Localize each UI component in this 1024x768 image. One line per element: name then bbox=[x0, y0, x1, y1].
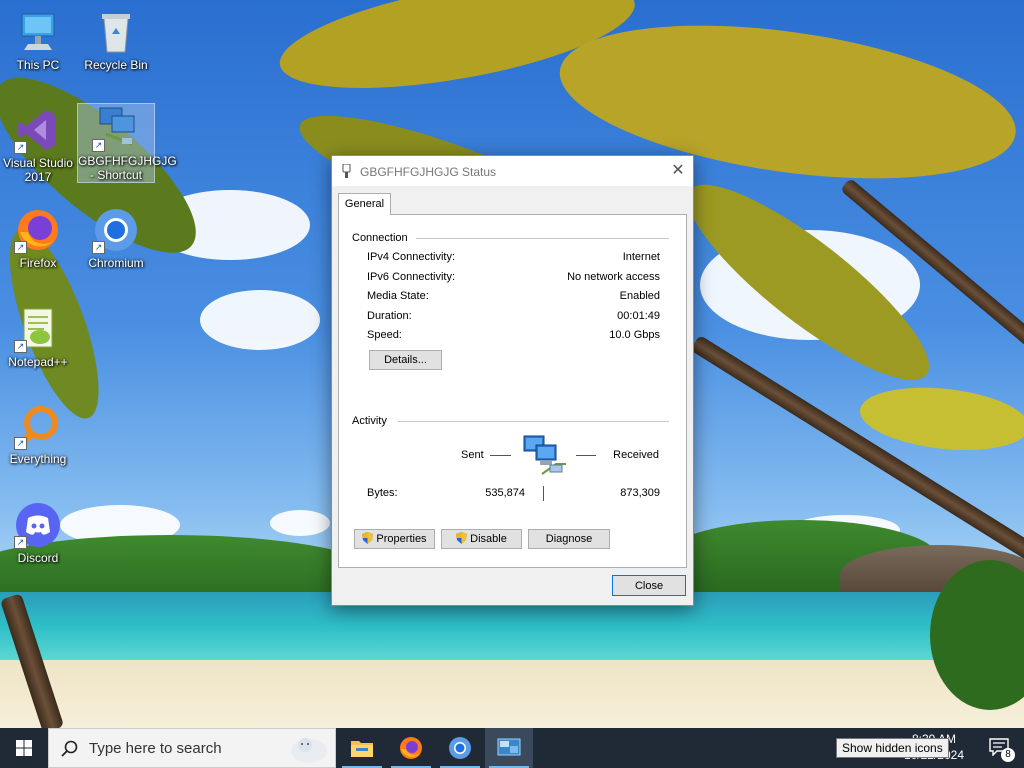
shortcut-arrow-icon: ↗ bbox=[14, 340, 27, 353]
taskbar-file-explorer[interactable] bbox=[338, 728, 386, 768]
network-activity-icon bbox=[523, 435, 566, 475]
desktop-icon-notepad-plus-plus[interactable]: ↗ Notepad++ bbox=[0, 305, 76, 369]
chromium-icon bbox=[449, 737, 471, 759]
duration-value: 00:01:49 bbox=[617, 310, 660, 322]
search-highlight-leopard-icon bbox=[291, 738, 327, 763]
divider bbox=[576, 455, 596, 456]
shortcut-arrow-icon: ↗ bbox=[14, 437, 27, 450]
desktop-icon-everything[interactable]: ↗ Everything bbox=[0, 402, 76, 466]
desktop-icon-this-pc[interactable]: This PC bbox=[0, 8, 76, 72]
firefox-icon: ↗ bbox=[14, 206, 62, 254]
computer-icon bbox=[14, 8, 62, 56]
chromium-icon: ↗ bbox=[92, 206, 140, 254]
desktop-icon-label: Visual Studio 2017 bbox=[3, 156, 73, 184]
network-connection-icon: ↗ bbox=[92, 104, 140, 152]
bytes-label: Bytes: bbox=[367, 487, 398, 499]
properties-button[interactable]: Properties bbox=[354, 529, 435, 549]
windows-logo-icon bbox=[16, 740, 32, 756]
folder-icon bbox=[351, 741, 373, 757]
divider bbox=[398, 421, 669, 422]
connection-heading: Connection bbox=[352, 232, 408, 244]
sent-label: Sent bbox=[461, 449, 484, 461]
desktop-icon-label: Notepad++ bbox=[8, 355, 68, 369]
close-button[interactable]: Close bbox=[612, 575, 686, 596]
divider bbox=[416, 238, 669, 239]
desktop-icon-network-shortcut[interactable]: ↗ GBGFHFGJHGJG - Shortcut bbox=[77, 103, 177, 183]
desktop-icon-label: This PC bbox=[16, 58, 60, 72]
firefox-icon bbox=[400, 737, 422, 759]
shortcut-arrow-icon: ↗ bbox=[92, 241, 105, 254]
ipv4-label: IPv4 Connectivity: bbox=[367, 251, 456, 263]
media-state-value: Enabled bbox=[619, 290, 660, 302]
desktop-icon-discord[interactable]: ↗ Discord bbox=[0, 501, 76, 565]
search-icon bbox=[61, 740, 78, 757]
desktop-icon-visual-studio[interactable]: ↗ Visual Studio 2017 bbox=[0, 106, 76, 184]
desktop-icon-label: Firefox bbox=[19, 256, 57, 270]
dialog-title: GBGFHFGJHGJG Status bbox=[360, 165, 497, 179]
shortcut-arrow-icon: ↗ bbox=[14, 241, 27, 254]
taskbar-search-box[interactable]: Type here to search bbox=[48, 728, 336, 768]
divider bbox=[543, 486, 544, 501]
activity-heading: Activity bbox=[352, 415, 387, 427]
desktop-icon-chromium[interactable]: ↗ Chromium bbox=[78, 206, 154, 270]
everything-search-icon: ↗ bbox=[14, 402, 62, 450]
search-placeholder: Type here to search bbox=[89, 740, 222, 757]
desktop-icon-label: Chromium bbox=[88, 256, 144, 270]
ipv4-value: Internet bbox=[622, 251, 660, 263]
disable-button[interactable]: Disable bbox=[441, 529, 522, 549]
ipv6-value: No network access bbox=[567, 271, 660, 283]
bytes-sent-value: 535,874 bbox=[485, 487, 525, 499]
start-button[interactable] bbox=[0, 728, 48, 768]
action-center-button[interactable]: 8 bbox=[976, 728, 1024, 768]
speed-value: 10.0 Gbps bbox=[609, 329, 660, 341]
properties-label: Properties bbox=[376, 533, 427, 545]
desktop-icon-recycle-bin[interactable]: Recycle Bin bbox=[78, 8, 154, 72]
uac-shield-icon bbox=[362, 532, 374, 544]
details-button[interactable]: Details... bbox=[369, 350, 442, 370]
shortcut-arrow-icon: ↗ bbox=[14, 141, 27, 154]
network-status-dialog: GBGFHFGJHGJG Status ✕ General Connection… bbox=[331, 155, 694, 606]
desktop-icon-firefox[interactable]: ↗ Firefox bbox=[0, 206, 76, 270]
recycle-bin-icon bbox=[92, 8, 140, 56]
notification-count-badge: 8 bbox=[1001, 748, 1015, 762]
show-hidden-icons-tooltip: Show hidden icons bbox=[836, 738, 949, 758]
shortcut-arrow-icon: ↗ bbox=[14, 536, 27, 549]
network-connection-icon bbox=[497, 738, 521, 756]
uac-shield-icon bbox=[456, 532, 468, 544]
desktop-icon-label: Discord bbox=[17, 551, 59, 565]
general-panel: Connection IPv4 Connectivity: Internet I… bbox=[338, 214, 687, 568]
shortcut-arrow-icon: ↗ bbox=[92, 139, 105, 152]
bytes-received-value: 873,309 bbox=[620, 487, 660, 499]
discord-icon: ↗ bbox=[14, 501, 62, 549]
taskbar-chromium[interactable] bbox=[436, 728, 484, 768]
close-icon[interactable]: ✕ bbox=[663, 156, 693, 186]
divider bbox=[490, 455, 511, 456]
desktop-icon-label: Everything bbox=[9, 452, 67, 466]
network-cable-icon bbox=[342, 164, 351, 178]
notepad-plus-plus-icon: ↗ bbox=[14, 305, 62, 353]
dialog-titlebar[interactable]: GBGFHFGJHGJG Status ✕ bbox=[332, 156, 693, 186]
tab-general[interactable]: General bbox=[338, 193, 391, 215]
taskbar-network-status[interactable] bbox=[485, 728, 533, 768]
disable-label: Disable bbox=[470, 533, 507, 545]
visual-studio-icon: ↗ bbox=[14, 106, 62, 154]
duration-label: Duration: bbox=[367, 310, 412, 322]
media-state-label: Media State: bbox=[367, 290, 429, 302]
speed-label: Speed: bbox=[367, 329, 402, 341]
ipv6-label: IPv6 Connectivity: bbox=[367, 271, 456, 283]
taskbar-firefox[interactable] bbox=[387, 728, 435, 768]
received-label: Received bbox=[613, 449, 659, 461]
diagnose-button[interactable]: Diagnose bbox=[528, 529, 610, 549]
desktop-icon-label: Recycle Bin bbox=[84, 58, 148, 72]
